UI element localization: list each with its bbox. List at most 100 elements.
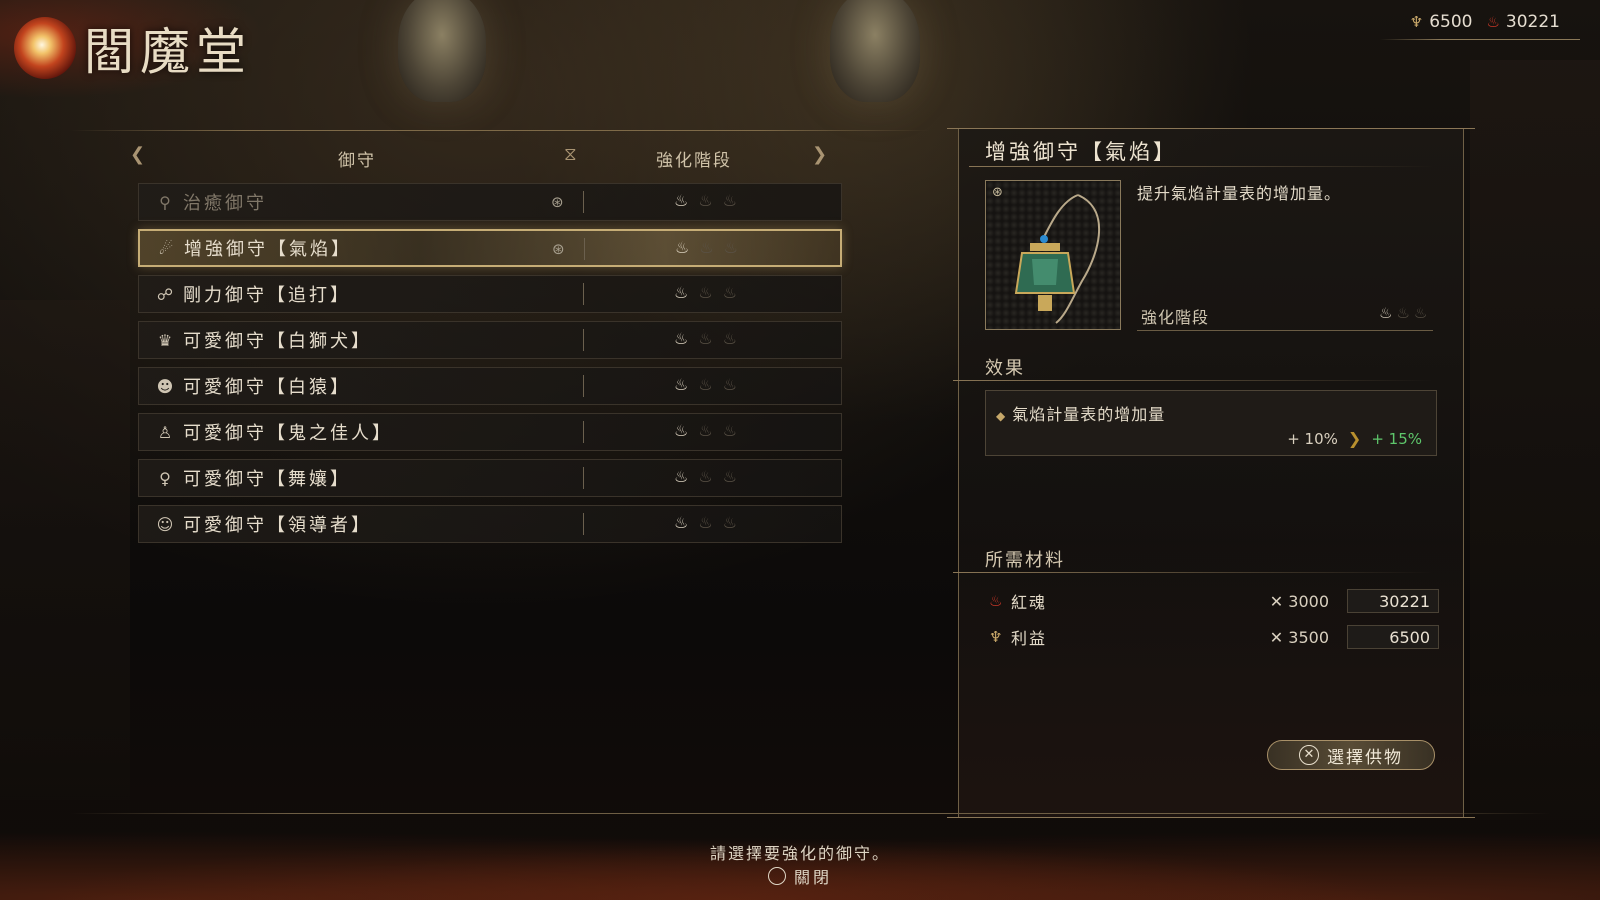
material-required: ✕ 3500 (1269, 627, 1329, 647)
fortune-icon: ♆ (1409, 13, 1424, 31)
amulet-description: 提升氣焰計量表的增加量。 (1137, 184, 1342, 203)
bottom-divider (70, 813, 1550, 814)
row-column-divider (583, 421, 584, 443)
lion-dog-charm-icon: ♛ (157, 330, 173, 350)
background-wall-right (1470, 60, 1600, 820)
title-text: 閻魔堂 (84, 23, 252, 81)
strength-amulet-icon: ☍ (156, 284, 174, 304)
flame-stage-icon: ♨ (722, 467, 738, 486)
amulet-row[interactable]: ♛ 可愛御守【白獅犬】 ♨ ♨ ♨ (138, 321, 842, 359)
stage-indicator: ♨ ♨ ♨ (674, 191, 737, 210)
cross-button-icon: ✕ (1299, 745, 1319, 765)
stage-indicator: ♨ ♨ ♨ (674, 329, 737, 348)
spirit-orb-icon (14, 17, 76, 79)
flame-stage-icon: ♨ (674, 283, 689, 302)
monkey-charm-icon: ☻ (156, 376, 174, 396)
stage-indicator: ♨ ♨ ♨ (674, 467, 737, 486)
detail-title-divider (969, 166, 1433, 167)
materials-label: 所需材料 (985, 550, 1065, 571)
row-column-divider (583, 191, 584, 213)
amulet-name: 可愛御守【白獅犬】 (183, 331, 372, 352)
amulet-row[interactable]: ☻ 可愛御守【白猿】 ♨ ♨ ♨ (138, 367, 842, 405)
amulet-list: ⚲ 治癒御守 ⊛ ♨ ♨ ♨ ☄ 增強御守【氣焰】 ⊛ ♨ ♨ ♨ ☍ 剛力御守【追打】 ♨ ♨ ♨ ♛ 可愛御守【… (138, 183, 842, 551)
effects-label: 效果 (985, 358, 1025, 379)
flame-stage-icon: ♨ (698, 467, 713, 486)
row-column-divider (583, 329, 584, 351)
flame-stage-icon: ♨ (698, 329, 713, 348)
column-divider-ornament-icon: ⧖ (564, 144, 577, 165)
amulet-image: ⊛ (985, 180, 1121, 330)
list-top-divider (70, 130, 930, 131)
effect-values: + 10% ❯ + 15% (1287, 429, 1422, 448)
flame-stage-icon: ♨ (675, 238, 690, 257)
amulet-name: 增強御守【氣焰】 (184, 239, 352, 260)
row-column-divider (583, 513, 584, 535)
close-button[interactable]: 關閉 (0, 864, 1600, 888)
stage-indicator: ♨ ♨ ♨ (674, 375, 737, 394)
amulet-name: 剛力御守【追打】 (183, 285, 351, 306)
flame-stage-icon: ♨ (698, 375, 713, 394)
amulet-row[interactable]: ⚲ 治癒御守 ⊛ ♨ ♨ ♨ (138, 183, 842, 221)
effect-current-value: + 10% (1287, 429, 1338, 448)
stage-indicator: ♨ ♨ ♨ (674, 421, 737, 440)
effects-divider (953, 380, 1433, 381)
flame-stage-icon: ♨ (674, 375, 689, 394)
select-offering-button[interactable]: ✕ 選擇供物 (1267, 740, 1435, 770)
amrita-amount: 30221 (1505, 12, 1560, 32)
effect-next-value: + 15% (1371, 429, 1422, 448)
select-offering-label: 選擇供物 (1327, 747, 1403, 768)
amulet-row[interactable]: ☺ 可愛御守【領導者】 ♨ ♨ ♨ (138, 505, 842, 543)
flame-stage-icon: ♨ (699, 238, 714, 257)
flame-stage-icon: ♨ (1413, 304, 1428, 322)
column-header-amulet: 御守 (338, 151, 376, 171)
l1-button-icon[interactable]: ❮ (130, 144, 145, 165)
flame-stage-icon: ♨ (674, 329, 689, 348)
amrita-icon: ♨ (989, 592, 1003, 610)
effect-entry: ◆ 氣焰計量表的增加量 + 10% ❯ + 15% (985, 390, 1437, 456)
list-header: ❮ 御守 ⧖ 強化階段 ❯ (130, 140, 850, 174)
flame-stage-icon: ♨ (722, 283, 738, 302)
amulet-name: 可愛御守【領導者】 (183, 515, 372, 536)
flame-stage-icon: ♨ (698, 421, 713, 440)
effect-name-wrap: ◆ 氣焰計量表的增加量 (996, 401, 1165, 425)
r1-button-icon[interactable]: ❯ (812, 144, 827, 165)
stage-indicator: ♨ ♨ ♨ (675, 238, 738, 257)
material-required: ✕ 3000 (1269, 591, 1329, 611)
background-wall-left (0, 300, 130, 800)
ki-pulse-amulet-icon: ☄ (158, 238, 174, 258)
effect-name: 氣焰計量表的增加量 (1012, 405, 1166, 424)
column-header-stage: 強化階段 (656, 151, 732, 171)
detail-stage-label: 強化階段 (1141, 308, 1210, 327)
amulet-row[interactable]: ♙ 可愛御守【鬼之佳人】 ♨ ♨ ♨ (138, 413, 842, 451)
currency-divider (1379, 39, 1580, 40)
amulet-row[interactable]: ☍ 剛力御守【追打】 ♨ ♨ ♨ (138, 275, 842, 313)
heal-amulet-icon: ⚲ (159, 192, 171, 212)
close-label: 關閉 (793, 868, 832, 887)
circle-button-icon (767, 867, 786, 885)
instruction-prompt: 請選擇要強化的御守。 (709, 844, 890, 863)
amulet-row[interactable]: ♀ 可愛御守【舞孃】 ♨ ♨ ♨ (138, 459, 842, 497)
leader-charm-icon: ☺ (156, 514, 174, 534)
flame-stage-icon: ♨ (722, 191, 738, 210)
dancer-charm-icon: ♀ (159, 468, 171, 488)
amulet-row[interactable]: ☄ 增強御守【氣焰】 ⊛ ♨ ♨ ♨ (138, 229, 842, 267)
lantern-left (398, 0, 486, 102)
amulet-name: 可愛御守【舞孃】 (183, 469, 351, 490)
amrita-icon: ♨ (1486, 13, 1500, 31)
row-column-divider (584, 238, 585, 260)
detail-stage-divider (1137, 330, 1433, 331)
fortune-amount: 6500 (1429, 12, 1473, 32)
flame-stage-icon: ♨ (698, 191, 713, 210)
material-row-fortune: ♆ 利益 ✕ 3500 6500 (989, 624, 1439, 650)
flame-stage-icon: ♨ (722, 513, 738, 532)
flame-stage-icon: ♨ (1379, 304, 1393, 322)
material-name: 利益 (1011, 629, 1048, 648)
detail-stage-indicator: ♨ ♨ ♨ (1379, 304, 1427, 322)
stage-indicator: ♨ ♨ ♨ (674, 283, 737, 302)
flame-stage-icon: ♨ (674, 421, 689, 440)
flame-stage-icon: ♨ (722, 375, 738, 394)
equipped-icon: ⊛ (551, 193, 564, 211)
materials-divider (953, 572, 1433, 573)
screen-title: 閻魔堂 (14, 12, 252, 84)
amulet-name: 治癒御守 (183, 193, 267, 214)
